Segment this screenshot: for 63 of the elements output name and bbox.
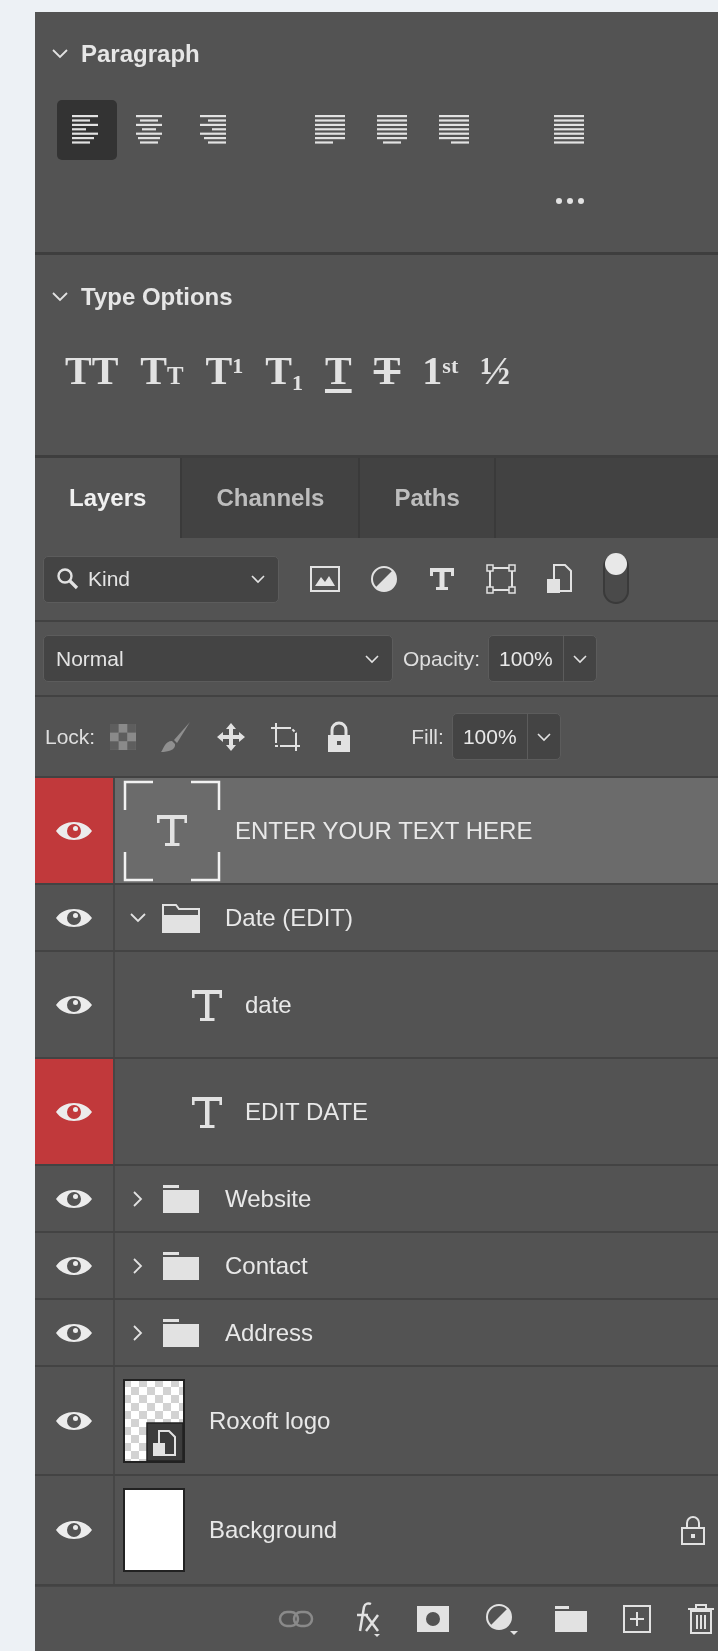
layer-row[interactable]: Contact [35, 1233, 718, 1300]
caret-icon [535, 731, 552, 742]
filter-dropdown[interactable]: Kind [43, 555, 279, 603]
folder-icon [161, 901, 201, 934]
folder-icon [161, 1183, 201, 1214]
adjustment-filter-icon[interactable] [369, 564, 399, 594]
ordinals-button[interactable]: 1$^{st}$ [416, 349, 465, 393]
layer-row[interactable]: Address [35, 1300, 718, 1367]
search-icon [56, 567, 80, 591]
type-filter-icon[interactable] [427, 565, 457, 593]
caret-icon [250, 574, 266, 584]
filter-value: Kind [88, 566, 132, 593]
field-label: Opacity: [403, 645, 481, 672]
all-caps-button[interactable]: TT [59, 349, 125, 393]
more-options-icon[interactable] [555, 196, 585, 205]
layer-row[interactable]: EDIT DATE [35, 1059, 718, 1166]
superscript-button[interactable]: T$^{1}$ [199, 349, 250, 393]
panel-tab[interactable]: Channels [182, 458, 361, 538]
layer-name: date [245, 989, 292, 1020]
caret-icon [364, 653, 380, 664]
layer-name: Date (EDIT) [225, 902, 353, 933]
strikethrough-button[interactable]: T [367, 349, 407, 393]
layer-name: Website [225, 1183, 312, 1214]
layer-name: ENTER YOUR TEXT HERE [235, 815, 533, 846]
fractions-button[interactable]: ½ [474, 349, 517, 393]
filter-toggle[interactable] [601, 552, 631, 606]
layer-name: Roxoft logo [209, 1405, 331, 1436]
blend-mode-dropdown[interactable]: Normal [43, 635, 393, 682]
opacity-field[interactable]: 100% [488, 635, 597, 682]
panel-tab[interactable]: Paths [360, 458, 496, 538]
subscript-button[interactable]: T$_{1}$ [259, 349, 309, 393]
layer-row[interactable]: Roxoft logo [35, 1367, 718, 1476]
layer-row[interactable]: Background [35, 1476, 718, 1586]
blend-mode-value: Normal [56, 645, 125, 672]
align-left-button[interactable] [57, 100, 117, 160]
layer-row[interactable]: ENTER YOUR TEXT HERE [35, 778, 718, 885]
small-caps-button[interactable]: TT [134, 349, 190, 393]
visibility-eye-icon[interactable] [54, 1518, 94, 1542]
panel-tab[interactable]: Layers [35, 458, 183, 538]
adjustment-icon[interactable] [484, 1602, 520, 1636]
new-layer-icon[interactable] [622, 1604, 652, 1634]
underline-button[interactable]: T [318, 349, 358, 393]
section-title: Paragraph [81, 42, 200, 66]
folder-icon [161, 1317, 201, 1348]
folder-icon [161, 1250, 201, 1281]
field-label: Fill: [411, 723, 444, 750]
layer-name: Contact [225, 1250, 308, 1281]
lock-label: Lock: [45, 723, 96, 750]
layer-name: Background [209, 1515, 338, 1545]
section-title: Type Options [81, 285, 233, 309]
layer-row[interactable]: Date (EDIT) [35, 885, 718, 952]
fill-field[interactable]: 100% [451, 713, 561, 760]
layer-name: Address [225, 1317, 314, 1348]
layer-row[interactable]: Website [35, 1166, 718, 1233]
folder-icon[interactable] [554, 1605, 588, 1633]
caret-icon [571, 653, 588, 664]
layer-row[interactable]: date [35, 952, 718, 1059]
mask-icon[interactable] [416, 1605, 450, 1633]
smart-object-filter-icon[interactable] [545, 563, 573, 595]
trash-icon[interactable] [686, 1603, 716, 1635]
image-filter-icon[interactable] [309, 565, 341, 593]
layer-name: EDIT DATE [245, 1096, 369, 1127]
shape-filter-icon[interactable] [485, 563, 517, 595]
